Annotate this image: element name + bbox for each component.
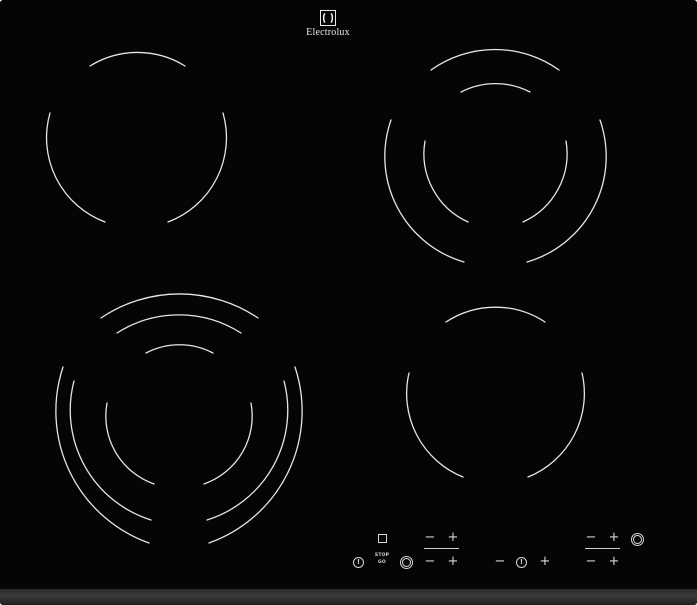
- lock-icon[interactable]: [378, 534, 387, 543]
- plus-button-front-right[interactable]: +: [607, 555, 621, 569]
- timer-icon[interactable]: !: [516, 557, 527, 568]
- timer-plus-button[interactable]: +: [538, 555, 552, 569]
- stop-label: STOP: [374, 553, 390, 558]
- timer-minus-button[interactable]: −: [493, 555, 507, 569]
- separator-left: [424, 548, 459, 549]
- stop-go-button[interactable]: STOP GO: [373, 553, 391, 565]
- cooking-zones: [45, 48, 607, 544]
- zone-rear-left[interactable]: [45, 51, 228, 223]
- minus-button-rear-left[interactable]: −: [423, 531, 437, 545]
- minus-button-front-left[interactable]: −: [423, 555, 437, 569]
- plus-button-front-left[interactable]: +: [446, 555, 460, 569]
- zone-rear-right[interactable]: [384, 48, 607, 263]
- plus-button-rear-right[interactable]: +: [607, 531, 621, 545]
- zone-select-icon-left[interactable]: [402, 558, 411, 567]
- go-label: GO: [378, 559, 386, 565]
- power-icon[interactable]: !: [353, 557, 364, 568]
- separator-right: [585, 548, 620, 549]
- zone-front-left[interactable]: [55, 293, 303, 544]
- zone-select-icon-right[interactable]: [633, 535, 642, 544]
- minus-button-rear-right[interactable]: −: [584, 531, 598, 545]
- zone-front-right[interactable]: [405, 306, 586, 478]
- plus-button-rear-left[interactable]: +: [446, 531, 460, 545]
- ceramic-hob: Electrolux − + ! STOP GO − + − ! + − + −…: [0, 0, 697, 605]
- front-trim: [0, 589, 697, 605]
- minus-button-front-right[interactable]: −: [584, 555, 598, 569]
